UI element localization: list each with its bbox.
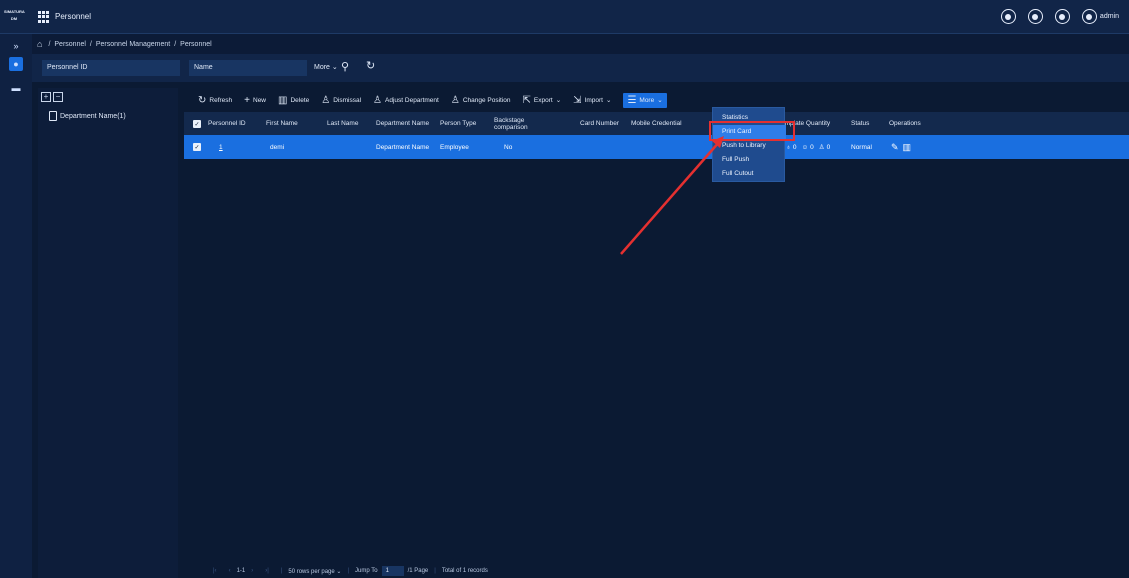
col-mobile-credential[interactable]: Mobile Credential xyxy=(631,112,682,135)
theme-icon[interactable] xyxy=(1000,9,1016,24)
col-first-name[interactable]: First Name xyxy=(266,112,298,135)
col-personnel-id[interactable]: Personnel ID xyxy=(208,112,246,135)
breadcrumb-separator: / xyxy=(89,40,92,48)
edit-icon[interactable]: ✎ xyxy=(891,142,899,153)
plus-icon: + xyxy=(244,94,250,106)
face-icon: ☺ xyxy=(801,143,809,151)
breadcrumb-personnel-management[interactable]: Personnel Management xyxy=(96,41,170,48)
breadcrumb-separator: / xyxy=(174,40,177,48)
left-rail: » ● ▬ xyxy=(0,34,32,578)
user-remove-icon: ♙ xyxy=(321,94,331,106)
menu-item-push-to-library[interactable]: Push to Library xyxy=(713,139,786,153)
user-swap-icon: ♙ xyxy=(450,94,460,106)
page-size-select[interactable]: 50 rows per page ⌄ xyxy=(288,568,341,575)
main-panel: ↻ Refresh + New ▥ Delete ♙ Dismissal ♙ Adjust… xyxy=(184,88,1129,578)
last-page-icon[interactable]: ›| xyxy=(265,568,269,574)
prev-page-icon[interactable]: ‹ xyxy=(229,568,231,574)
fingerprint-icon: ♁ xyxy=(786,143,791,151)
cell-status: Normal xyxy=(851,143,872,151)
expand-all-icon[interactable]: + xyxy=(41,92,51,102)
trash-icon: ▥ xyxy=(278,94,288,106)
col-department-name[interactable]: Department Name xyxy=(376,112,429,135)
cell-person-type: Employee xyxy=(440,143,469,151)
jump-to-input[interactable]: 1 xyxy=(381,566,404,576)
user-move-icon: ♙ xyxy=(373,94,383,106)
import-icon: ⇲ xyxy=(573,94,582,106)
export-icon: ⇱ xyxy=(522,94,531,106)
home-icon[interactable]: ⌂ xyxy=(37,39,42,49)
personnel-id-input[interactable]: Personnel ID xyxy=(42,60,180,76)
more-dropdown: Statistics Print Card Push to Library Fu… xyxy=(712,107,786,182)
menu-item-full-cutout[interactable]: Full Cutout xyxy=(713,167,786,181)
delete-button[interactable]: ▥ Delete xyxy=(278,95,309,106)
cell-operations: ✎ ▥ xyxy=(891,135,915,159)
top-icons: admin xyxy=(1000,9,1119,24)
top-bar: SIMATURA DM Personnel admin xyxy=(0,0,1129,34)
col-person-type[interactable]: Person Type xyxy=(440,112,476,135)
breadcrumb: ⌂ / Personnel / Personnel Management / P… xyxy=(32,34,1129,54)
col-backstage-comparison[interactable]: Backstage comparison xyxy=(494,112,534,135)
more-button[interactable]: ☰ More ⌄ xyxy=(623,92,667,108)
col-status[interactable]: Status xyxy=(851,112,869,135)
notification-icon[interactable] xyxy=(1027,9,1043,24)
refresh-icon: ↻ xyxy=(198,94,207,106)
app-title: Personnel xyxy=(55,12,92,21)
refresh-button[interactable]: ↻ Refresh xyxy=(198,95,232,106)
search-bar: Personnel ID Name More ⌄ ⚲ ↻ xyxy=(32,54,1129,82)
jump-to-label: Jump To xyxy=(355,568,378,574)
import-button[interactable]: ⇲ Import ⌄ xyxy=(573,95,611,106)
user-menu[interactable]: admin xyxy=(1081,9,1119,24)
select-all-checkbox[interactable]: ✓ xyxy=(193,120,201,128)
name-input[interactable]: Name xyxy=(189,60,307,76)
card-nav-icon[interactable]: ▬ xyxy=(9,81,23,95)
more-filters-button[interactable]: More ⌄ xyxy=(314,63,338,71)
breadcrumb-separator: / xyxy=(48,40,51,48)
new-button[interactable]: + New xyxy=(244,95,266,106)
dismissal-button[interactable]: ♙ Dismissal xyxy=(321,95,361,106)
row-checkbox[interactable]: ✓ xyxy=(193,143,201,151)
col-card-number[interactable]: Card Number xyxy=(580,112,619,135)
apps-grid-icon[interactable] xyxy=(38,11,50,23)
page-range: 1-1 xyxy=(236,568,246,574)
tree-node-department[interactable]: Department Name(1) xyxy=(49,111,126,121)
breadcrumb-personnel[interactable]: Personnel xyxy=(54,41,86,48)
search-icon[interactable]: ⚲ xyxy=(341,60,349,73)
brand-logo: SIMATURA DM xyxy=(4,9,25,21)
table-header: ✓ Personnel ID First Name Last Name Depa… xyxy=(184,112,1129,135)
collapse-all-icon[interactable]: − xyxy=(53,92,63,102)
cell-first-name: demi xyxy=(270,143,285,151)
table-row[interactable]: ✓ 1 demi Department Name Employee No ♁ 0 … xyxy=(184,135,1129,159)
col-last-name[interactable]: Last Name xyxy=(327,112,358,135)
personnel-nav-icon[interactable]: ● xyxy=(9,57,23,71)
annotation-highlight-box xyxy=(709,121,795,141)
col-operations: Operations xyxy=(889,120,921,127)
adjust-department-button[interactable]: ♙ Adjust Department xyxy=(373,95,439,106)
toolbar: ↻ Refresh + New ▥ Delete ♙ Dismissal ♙ Adjust… xyxy=(184,88,1129,112)
breadcrumb-current: Personnel xyxy=(180,40,212,48)
pagination: |‹ ‹ 1-1 › ›| | 50 rows per page ⌄ | Jum… xyxy=(213,566,488,576)
folder-icon xyxy=(49,111,57,121)
expand-icon[interactable]: » xyxy=(9,39,23,53)
help-icon[interactable] xyxy=(1054,9,1070,24)
user-name: admin xyxy=(1099,13,1119,20)
department-tree: + − Department Name(1) xyxy=(38,88,178,578)
cell-department-name: Department Name xyxy=(376,143,430,151)
export-button[interactable]: ⇱ Export ⌄ xyxy=(523,95,562,106)
page-count: /1 Page xyxy=(407,568,429,574)
change-position-button[interactable]: ♙ Change Position xyxy=(451,95,511,106)
next-page-icon[interactable]: › xyxy=(251,568,253,574)
total-records: Total of 1 records xyxy=(441,568,488,574)
reset-icon[interactable]: ↻ xyxy=(366,59,375,72)
palm-icon: ♙ xyxy=(818,144,825,151)
delete-icon[interactable]: ▥ xyxy=(903,142,912,153)
cell-personnel-id[interactable]: 1 xyxy=(219,135,223,159)
avatar-icon xyxy=(1081,9,1097,24)
menu-item-full-push[interactable]: Full Push xyxy=(713,153,786,167)
first-page-icon[interactable]: |‹ xyxy=(213,568,217,574)
cell-backstage-comparison: No xyxy=(504,143,513,151)
list-icon: ☰ xyxy=(627,94,637,106)
